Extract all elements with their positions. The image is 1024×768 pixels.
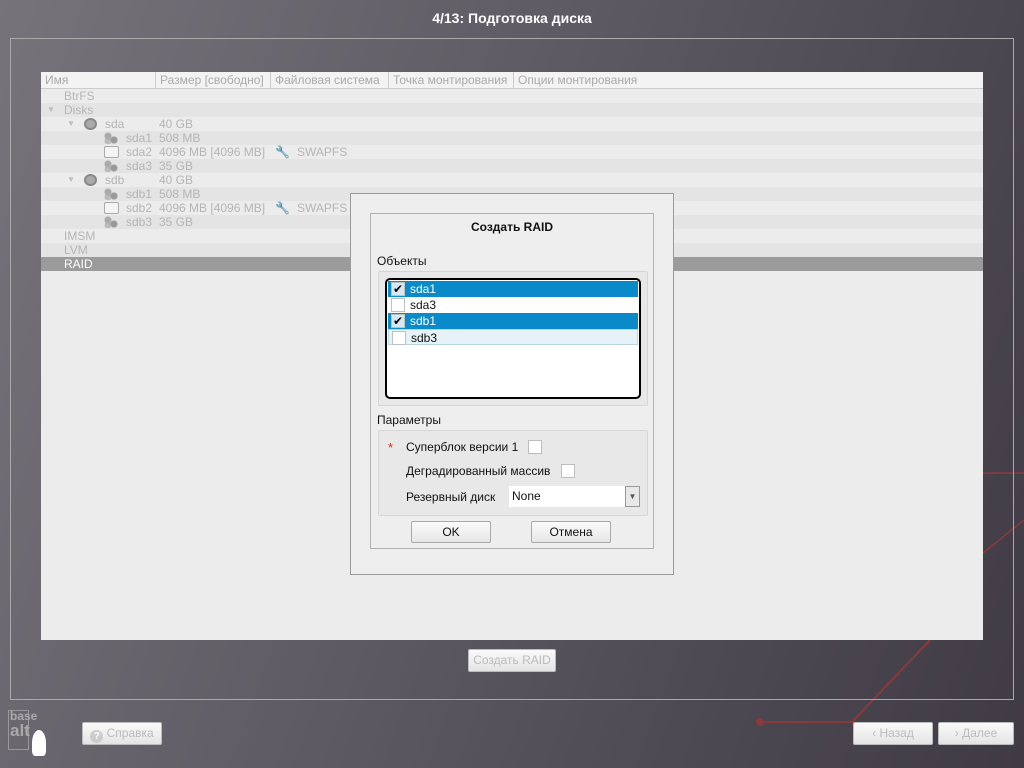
row-size: 40 GB [159, 173, 194, 187]
help-label: Справка [106, 726, 154, 740]
row-fs: SWAPFS [297, 145, 348, 159]
degraded-label: Деградированный массив [406, 464, 551, 478]
row-size: 4096 MB [4096 MB] [159, 201, 266, 215]
objects-group: ✔ sda1 sda3 ✔ sdb1 sdb3 [378, 271, 648, 406]
disk-icon [84, 118, 97, 130]
next-label: Далее [962, 726, 998, 740]
partition-icon [104, 216, 118, 228]
object-checkbox[interactable] [391, 298, 405, 312]
row-size: 4096 MB [4096 MB] [159, 145, 266, 159]
column-mount-options[interactable]: Опции монтирования [514, 72, 983, 88]
row-name: sda [105, 117, 125, 131]
cancel-button[interactable]: Отмена [531, 521, 611, 543]
spare-label: Резервный диск [406, 490, 496, 504]
create-raid-button[interactable]: Создать RAID [468, 649, 556, 672]
row-name: sdb1 [126, 187, 153, 201]
superblock-label: Суперблок версии 1 [406, 440, 519, 454]
row-name: sda3 [126, 159, 153, 173]
spare-disk-value: None [512, 489, 541, 503]
expand-icon[interactable]: ▼ [67, 117, 75, 131]
table-row[interactable]: ▼ Disks [41, 103, 983, 117]
partition-icon [104, 132, 118, 144]
expand-icon[interactable]: ▼ [67, 173, 75, 187]
next-button[interactable]: › Далее [938, 722, 1014, 745]
back-label: Назад [879, 726, 914, 740]
table-row[interactable]: ▼ sda 40 GB [41, 117, 983, 131]
row-name: IMSM [64, 229, 96, 243]
table-row[interactable]: ▼ sdb 40 GB [41, 173, 983, 187]
row-size: 35 GB [159, 215, 194, 229]
wrench-icon: 🔧 [275, 145, 290, 159]
object-checkbox[interactable]: ✔ [391, 282, 405, 296]
column-mountpoint[interactable]: Точка монтирования [389, 72, 514, 88]
table-row[interactable]: BtrFS [41, 89, 983, 103]
row-name: sdb3 [126, 215, 153, 229]
basealt-logo: base alt [8, 710, 76, 760]
help-icon: ? [90, 730, 104, 743]
object-label: sda3 [410, 298, 437, 312]
object-item[interactable]: ✔ sda1 [388, 281, 638, 297]
help-button[interactable]: ? Справка [82, 722, 162, 745]
partition-icon [104, 188, 118, 200]
row-size: 508 MB [159, 131, 201, 145]
column-size[interactable]: Размер [свободно] [156, 72, 271, 88]
expand-icon[interactable]: ▼ [47, 103, 55, 117]
partition-icon [104, 160, 118, 172]
table-header: Имя Размер [свободно] Файловая система Т… [41, 72, 983, 89]
swap-partition-icon [104, 146, 119, 158]
chevron-right-icon: › [954, 726, 963, 740]
row-name: RAID [64, 257, 93, 271]
required-icon: * [388, 440, 394, 455]
row-name: sda2 [126, 145, 153, 159]
column-fs[interactable]: Файловая система [271, 72, 389, 88]
row-size: 35 GB [159, 159, 194, 173]
object-checkbox[interactable]: ✔ [391, 314, 405, 328]
degraded-checkbox[interactable] [561, 464, 575, 478]
objects-list[interactable]: ✔ sda1 sda3 ✔ sdb1 sdb3 [385, 278, 641, 399]
table-row[interactable]: sda2 4096 MB [4096 MB] 🔧 SWAPFS [41, 145, 983, 159]
row-size: 40 GB [159, 117, 194, 131]
object-checkbox[interactable] [392, 331, 406, 345]
disk-icon [84, 174, 97, 186]
row-name: sda1 [126, 131, 153, 145]
dialog-body: Создать RAID Объекты ✔ sda1 sda3 ✔ sdb1 sdb3 … [370, 213, 654, 549]
column-name[interactable]: Имя [41, 72, 156, 88]
ok-button[interactable]: OK [411, 521, 491, 543]
chevron-down-icon[interactable]: ▼ [625, 486, 640, 507]
object-label: sda1 [410, 282, 437, 296]
table-row[interactable]: sda3 35 GB [41, 159, 983, 173]
swap-partition-icon [104, 202, 119, 214]
params-group: * Суперблок версии 1 Деградированный мас… [378, 430, 648, 516]
objects-label: Объекты [377, 254, 427, 268]
object-item[interactable]: sdb3 [388, 329, 638, 345]
row-name: BtrFS [64, 89, 95, 103]
dialog-title: Создать RAID [470, 220, 553, 234]
row-name: LVM [64, 243, 88, 257]
row-name: sdb2 [126, 201, 153, 215]
create-raid-dialog: Создать RAID Объекты ✔ sda1 sda3 ✔ sdb1 sdb3 … [350, 193, 674, 575]
object-item[interactable]: ✔ sdb1 [388, 313, 638, 329]
wrench-icon: 🔧 [275, 201, 290, 215]
spare-disk-select[interactable]: None ▼ [509, 486, 640, 507]
back-button[interactable]: ‹ Назад [853, 722, 933, 745]
object-label: sdb3 [411, 331, 438, 345]
object-label: sdb1 [410, 314, 437, 328]
superblock-checkbox[interactable] [528, 440, 542, 454]
step-title: 4/13: Подготовка диска [432, 10, 592, 26]
row-name: Disks [64, 103, 94, 117]
row-fs: SWAPFS [297, 201, 348, 215]
table-row[interactable]: sda1 508 MB [41, 131, 983, 145]
params-label: Параметры [377, 413, 441, 427]
row-size: 508 MB [159, 187, 201, 201]
row-name: sdb [105, 173, 125, 187]
object-item[interactable]: sda3 [388, 297, 638, 313]
